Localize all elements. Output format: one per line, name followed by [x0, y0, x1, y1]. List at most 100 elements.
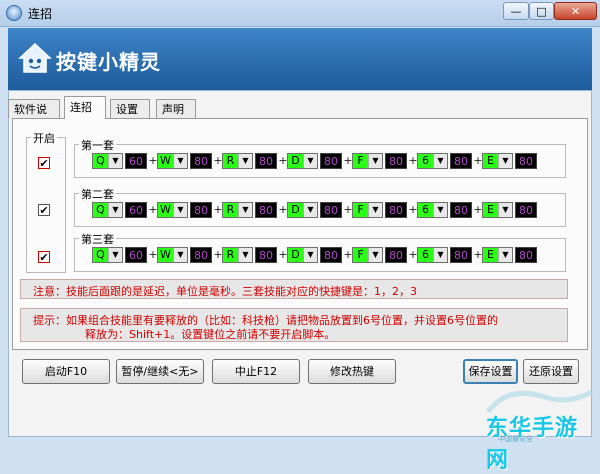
delay-input[interactable]: 80: [515, 202, 537, 218]
key-value: E: [483, 154, 498, 168]
delay-input[interactable]: 80: [320, 202, 342, 218]
delay-input[interactable]: 80: [190, 247, 212, 263]
key-value: W: [158, 203, 173, 217]
enable-set-3-checkbox[interactable]: ✔: [38, 251, 50, 263]
key-dropdown[interactable]: E ▼: [482, 247, 513, 263]
key-value: D: [288, 203, 303, 217]
chevron-down-icon[interactable]: ▼: [368, 203, 382, 217]
tab-settings[interactable]: 设置: [110, 99, 150, 118]
key-dropdown[interactable]: R ▼: [222, 202, 253, 218]
key-dropdown[interactable]: R ▼: [222, 247, 253, 263]
key-dropdown[interactable]: Q ▼: [92, 247, 123, 263]
delay-input[interactable]: 80: [190, 153, 212, 169]
delay-input[interactable]: 80: [190, 202, 212, 218]
delay-input[interactable]: 80: [450, 153, 472, 169]
chevron-down-icon[interactable]: ▼: [433, 248, 447, 262]
key-value: E: [483, 203, 498, 217]
note-box: 注意：技能后面跟的是延迟，单位是毫秒。三套技能对应的快捷键是：1，2，3: [20, 279, 568, 299]
delay-input[interactable]: 80: [515, 153, 537, 169]
chevron-down-icon[interactable]: ▼: [368, 154, 382, 168]
key-dropdown[interactable]: F ▼: [352, 247, 383, 263]
delay-input[interactable]: 80: [385, 202, 407, 218]
key-value: W: [158, 248, 173, 262]
note-text: 注意：技能后面跟的是延迟，单位是毫秒。三套技能对应的快捷键是：1，2，3: [33, 285, 417, 298]
key-dropdown[interactable]: W ▼: [157, 153, 188, 169]
maximize-button[interactable]: □: [529, 2, 554, 20]
stop-button[interactable]: 中止F12: [212, 359, 300, 384]
key-value: Q: [93, 154, 108, 168]
chevron-down-icon[interactable]: ▼: [498, 154, 512, 168]
enable-set-2-checkbox[interactable]: ✔: [38, 204, 50, 216]
chevron-down-icon[interactable]: ▼: [173, 248, 187, 262]
key-dropdown[interactable]: W ▼: [157, 247, 188, 263]
site-watermark: 东华手游网 中国最安全: [468, 388, 596, 473]
key-dropdown[interactable]: F ▼: [352, 202, 383, 218]
start-button[interactable]: 启动F10: [22, 359, 110, 384]
set-1-label: 第一套: [79, 137, 116, 153]
delay-input[interactable]: 60: [125, 202, 147, 218]
key-value: D: [288, 248, 303, 262]
close-button[interactable]: ✕: [554, 2, 597, 20]
delay-input[interactable]: 80: [385, 247, 407, 263]
key-value: Q: [93, 248, 108, 262]
tab-combo[interactable]: 连招: [64, 96, 106, 119]
minimize-button[interactable]: —: [503, 2, 529, 20]
key-dropdown[interactable]: Q ▼: [92, 153, 123, 169]
delay-input[interactable]: 80: [450, 202, 472, 218]
delay-input[interactable]: 80: [450, 247, 472, 263]
key-value: 6: [418, 203, 433, 217]
tab-statement[interactable]: 声明: [156, 99, 196, 118]
delay-input[interactable]: 80: [255, 247, 277, 263]
chevron-down-icon[interactable]: ▼: [498, 203, 512, 217]
delay-input[interactable]: 60: [125, 153, 147, 169]
chevron-down-icon[interactable]: ▼: [368, 248, 382, 262]
tab-software-info[interactable]: 软件说明: [8, 99, 60, 135]
delay-input[interactable]: 80: [515, 247, 537, 263]
window-title: 连招: [28, 7, 53, 21]
chevron-down-icon[interactable]: ▼: [238, 203, 252, 217]
chevron-down-icon[interactable]: ▼: [108, 248, 122, 262]
key-dropdown[interactable]: F ▼: [352, 153, 383, 169]
delay-input[interactable]: 80: [255, 153, 277, 169]
save-settings-button[interactable]: 保存设置: [463, 359, 518, 384]
chevron-down-icon[interactable]: ▼: [303, 203, 317, 217]
delay-input[interactable]: 80: [385, 153, 407, 169]
key-dropdown[interactable]: Q ▼: [92, 202, 123, 218]
edit-hotkey-button[interactable]: 修改热键: [308, 359, 396, 384]
key-value: F: [353, 154, 368, 168]
chevron-down-icon[interactable]: ▼: [433, 203, 447, 217]
key-dropdown[interactable]: W ▼: [157, 202, 188, 218]
key-dropdown[interactable]: D ▼: [287, 153, 318, 169]
chevron-down-icon[interactable]: ▼: [303, 248, 317, 262]
key-dropdown[interactable]: R ▼: [222, 153, 253, 169]
chevron-down-icon[interactable]: ▼: [303, 154, 317, 168]
key-dropdown[interactable]: D ▼: [287, 202, 318, 218]
delay-input[interactable]: 80: [320, 247, 342, 263]
key-dropdown[interactable]: 6 ▼: [417, 202, 448, 218]
key-dropdown[interactable]: E ▼: [482, 202, 513, 218]
key-value: F: [353, 203, 368, 217]
chevron-down-icon[interactable]: ▼: [238, 248, 252, 262]
key-dropdown[interactable]: E ▼: [482, 153, 513, 169]
set-3-label: 第三套: [79, 231, 116, 247]
chevron-down-icon[interactable]: ▼: [498, 248, 512, 262]
set-2-label: 第二套: [79, 186, 116, 202]
key-dropdown[interactable]: 6 ▼: [417, 247, 448, 263]
tip-box: 提示：如果组合技能里有要释放的（比如：科技枪）请把物品放置到6号位置，并设置6号…: [20, 308, 568, 342]
chevron-down-icon[interactable]: ▼: [108, 203, 122, 217]
delay-input[interactable]: 60: [125, 247, 147, 263]
enable-set-1-checkbox[interactable]: ✔: [38, 157, 50, 169]
house-logo-icon: [18, 42, 52, 73]
key-value: R: [223, 248, 238, 262]
chevron-down-icon[interactable]: ▼: [108, 154, 122, 168]
chevron-down-icon[interactable]: ▼: [433, 154, 447, 168]
delay-input[interactable]: 80: [320, 153, 342, 169]
chevron-down-icon[interactable]: ▼: [173, 154, 187, 168]
restore-settings-button[interactable]: 还原设置: [523, 359, 579, 384]
delay-input[interactable]: 80: [255, 202, 277, 218]
key-dropdown[interactable]: 6 ▼: [417, 153, 448, 169]
key-dropdown[interactable]: D ▼: [287, 247, 318, 263]
chevron-down-icon[interactable]: ▼: [238, 154, 252, 168]
pause-resume-button[interactable]: 暂停/继续<无>: [116, 359, 204, 384]
chevron-down-icon[interactable]: ▼: [173, 203, 187, 217]
